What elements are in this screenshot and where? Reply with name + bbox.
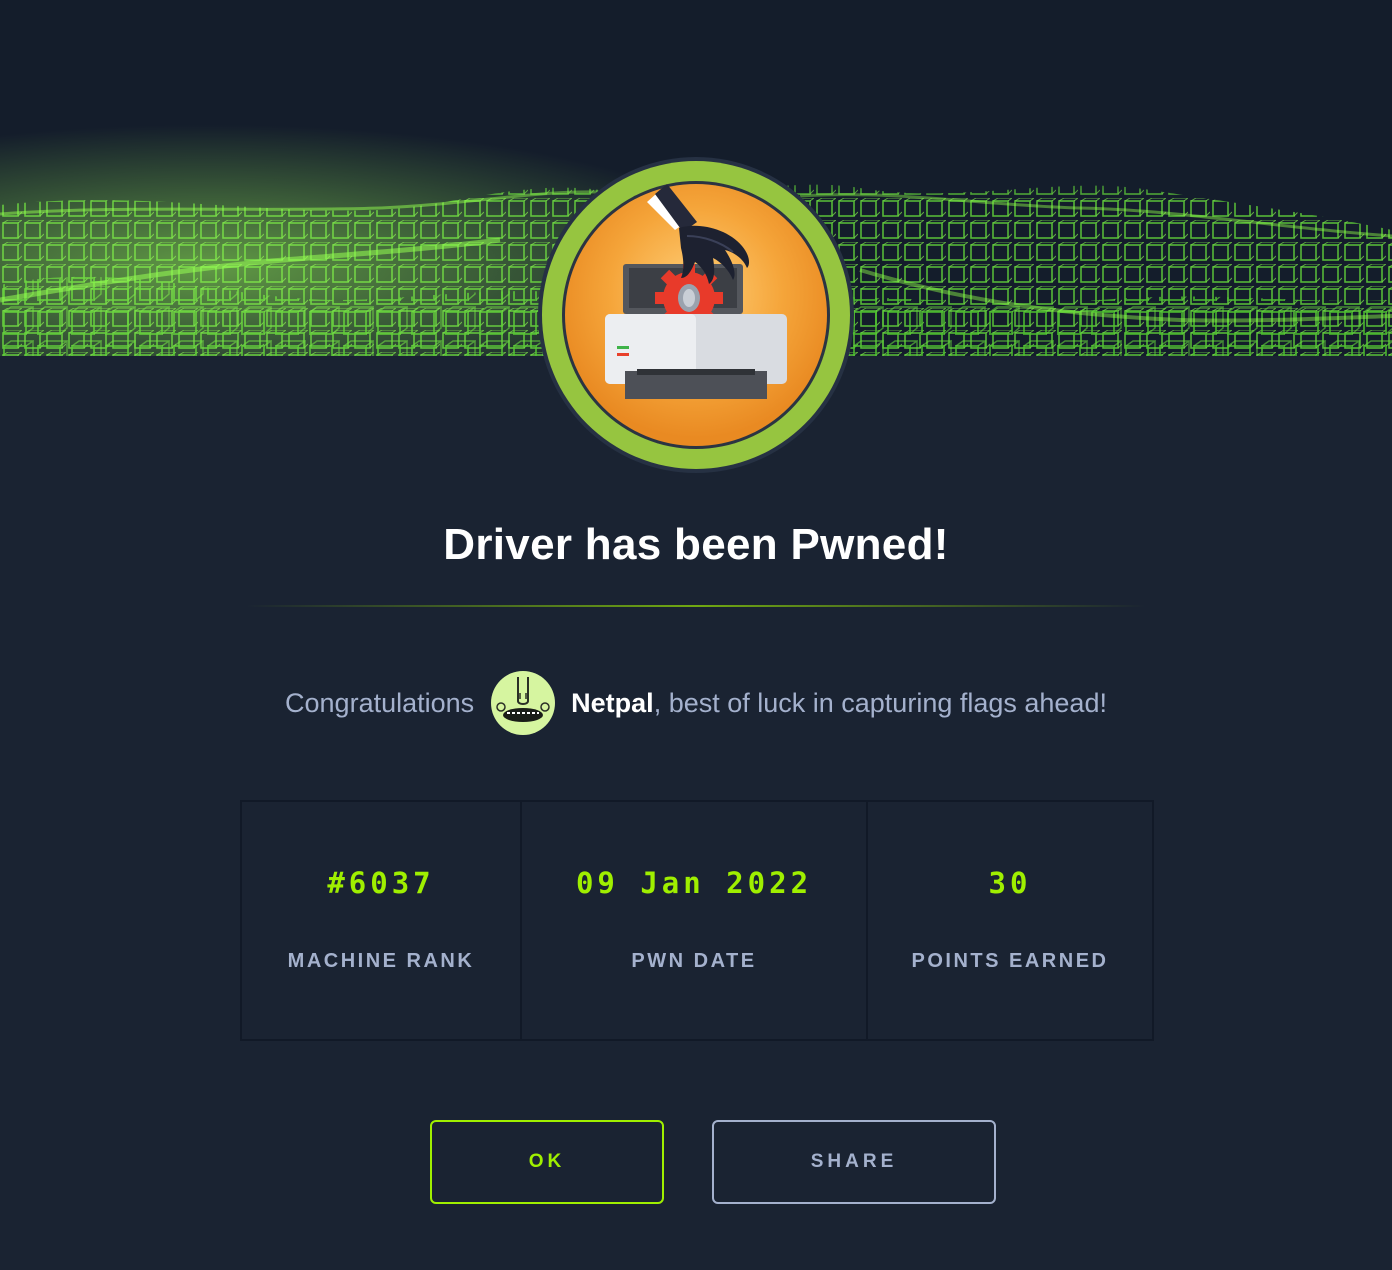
congrats-username[interactable]: Netpal <box>571 688 654 719</box>
machine-rank-value: #6037 <box>327 866 435 900</box>
user-avatar-icon[interactable] <box>491 671 556 735</box>
congrats-suffix: , best of luck in capturing flags ahead! <box>653 687 1107 718</box>
title-divider <box>246 605 1146 607</box>
machine-rank-label: MACHINE RANK <box>287 950 475 972</box>
ok-button[interactable]: OK <box>430 1120 664 1204</box>
share-button[interactable]: SHARE <box>712 1120 996 1204</box>
pwn-date-value: 09 Jan 2022 <box>575 866 813 900</box>
printer-hacked-icon <box>538 157 854 473</box>
pwn-date-label: PWN DATE <box>631 950 757 972</box>
stat-pwn-date: 09 Jan 2022 PWN DATE <box>522 802 868 1039</box>
congrats-prefix: Congratulations <box>285 687 475 718</box>
points-earned-label: POINTS EARNED <box>911 950 1109 972</box>
stats-panel: #6037 MACHINE RANK 09 Jan 2022 PWN DATE … <box>240 800 1154 1041</box>
congratulations-message: Congratulations Netpal , best of luck in… <box>0 670 1392 736</box>
points-earned-value: 30 <box>988 866 1032 900</box>
stat-machine-rank: #6037 MACHINE RANK <box>242 802 522 1039</box>
page-title: Driver has been Pwned! <box>443 520 949 569</box>
stat-points-earned: 30 POINTS EARNED <box>868 802 1152 1039</box>
